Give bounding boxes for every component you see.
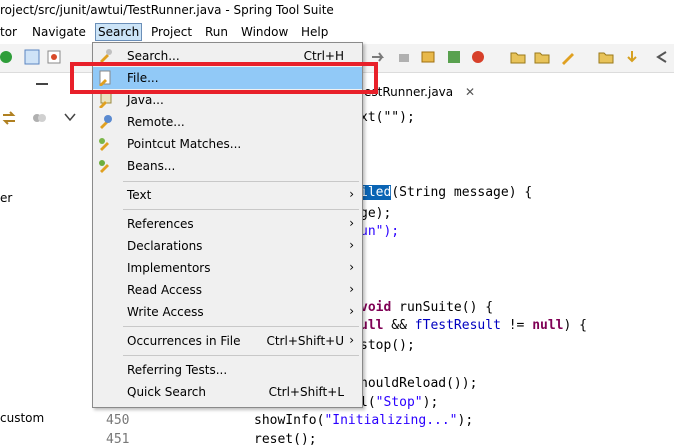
line-number: 450 [106,413,130,428]
search-menu: Search... Ctrl+H File... Java... Remote.… [92,42,363,408]
submenu-arrow-icon: › [349,282,354,296]
code-line: un"); [360,224,400,239]
code-line: xt(""); [360,110,415,125]
code-line: l("Stop"); [360,395,439,410]
code-line: stop(); [360,338,415,353]
view-menu-icon[interactable] [64,111,76,123]
code-line: ull && fTestResult != null) { [360,318,587,333]
menu-separator [123,181,359,182]
java-search-icon [99,92,112,108]
code-line: ge); [360,206,392,221]
menu-separator [123,355,359,356]
toggle-icon[interactable] [24,49,40,65]
highlight-annotation-box [70,62,378,94]
submenu-arrow-icon: › [349,187,354,201]
close-icon[interactable]: ✕ [465,85,475,99]
package-icon[interactable] [420,49,436,65]
menu-navigate[interactable]: Navigate [32,25,86,39]
menu-item-quick-search[interactable]: Quick Search Ctrl+Shift+L [93,381,362,403]
menu-item-referring-tests[interactable]: Referring Tests... [93,359,362,381]
menu-item-read-access[interactable]: Read Access › [93,279,362,301]
code-line: showInfo("Initializing..."); [254,413,474,428]
menu-item-remote[interactable]: Remote... [93,111,362,133]
debug-icon[interactable] [396,49,412,65]
pencil-icon[interactable] [560,49,576,65]
menu-help[interactable]: Help [301,25,328,39]
submenu-arrow-icon: › [349,333,354,347]
pointcut-icon [99,138,109,151]
menu-separator [123,209,359,210]
menu-item-occurrences-in-file[interactable]: Occurrences in File Ctrl+Shift+U › [93,330,362,352]
open-folder-icon[interactable] [510,49,526,65]
menu-item-declarations[interactable]: Declarations › [93,235,362,257]
menu-project[interactable]: Project [151,25,192,39]
menu-item-write-access[interactable]: Write Access › [93,301,362,323]
menu-item-beans[interactable]: Beans... [93,155,362,177]
menu-item-text[interactable]: Text › [93,184,362,206]
submenu-arrow-icon: › [349,260,354,274]
collapse-icon[interactable] [30,109,48,127]
code-line: void runSuite() { [360,300,494,315]
code-line: iled(String message) { [360,185,533,200]
title-bar: roject/src/junit/awtui/TestRunner.java -… [0,0,674,22]
menu-separator [123,326,359,327]
folder-icon[interactable] [534,49,550,65]
bookmark-icon[interactable] [46,49,62,65]
menu-editor[interactable]: tor [0,25,17,39]
menu-item-pointcut-matches[interactable]: Pointcut Matches... [93,133,362,155]
submenu-arrow-icon: › [349,304,354,318]
remote-search-icon [100,115,112,129]
submenu-arrow-icon: › [349,216,354,230]
tree-item-custom[interactable]: custom [0,411,44,425]
menu-search[interactable]: Search [95,23,143,41]
selected-text: iled [360,185,392,200]
back-icon[interactable] [654,49,670,65]
sync-icon[interactable] [0,109,18,127]
run-icon[interactable] [0,49,16,65]
beans-icon [99,160,109,173]
package-explorer: er custom [0,73,90,445]
menu-run[interactable]: Run [205,25,228,39]
code-line: houldReload()); [360,376,478,391]
editor-tab-bar: estRunner.java ✕ [360,80,674,105]
menu-bar: tor Navigate Search Project Run Window H… [0,22,674,44]
run-menu-icon[interactable] [470,49,486,65]
menu-item-references[interactable]: References › [93,213,362,235]
class-icon[interactable] [446,49,462,65]
menu-window[interactable]: Window [241,25,288,39]
window-title: roject/src/junit/awtui/TestRunner.java -… [0,3,334,17]
tree-item-fragment[interactable]: er [0,191,12,205]
submenu-arrow-icon: › [349,238,354,252]
menu-item-implementors[interactable]: Implementors › [93,257,362,279]
navigate-icon[interactable] [624,49,640,65]
search-folder-icon[interactable] [598,49,614,65]
minimize-icon[interactable] [36,83,48,85]
